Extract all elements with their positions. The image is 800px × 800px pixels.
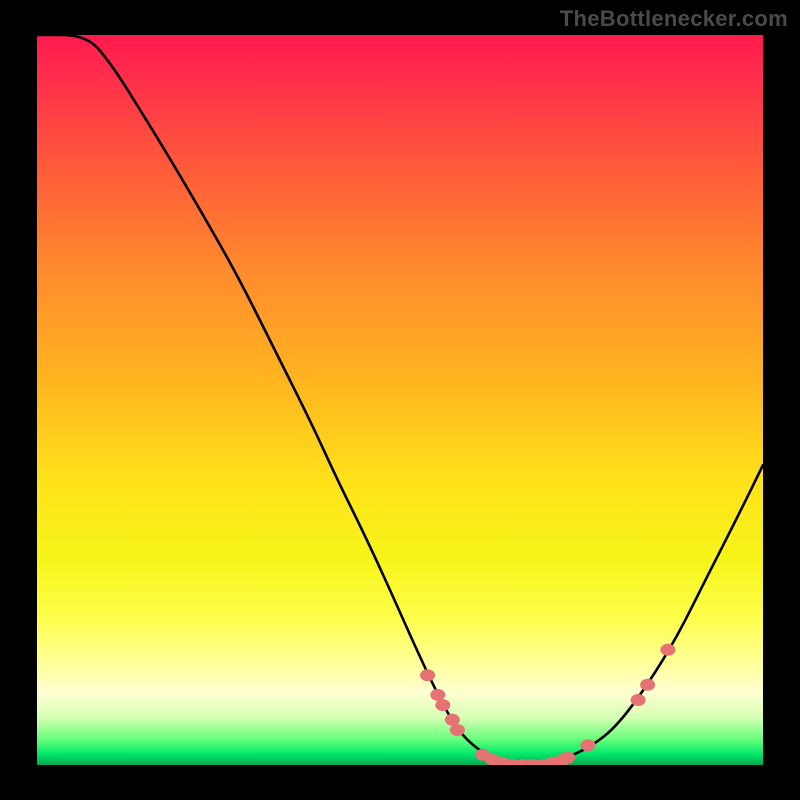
watermark-text: TheBottlenecker.com xyxy=(560,6,788,32)
background-gradient xyxy=(37,35,763,765)
plot-area xyxy=(37,35,763,765)
frame-border-bottom xyxy=(0,765,800,800)
chart-stage: TheBottlenecker.com xyxy=(0,0,800,800)
frame-border-right xyxy=(763,0,800,800)
frame-border-left xyxy=(0,0,37,800)
